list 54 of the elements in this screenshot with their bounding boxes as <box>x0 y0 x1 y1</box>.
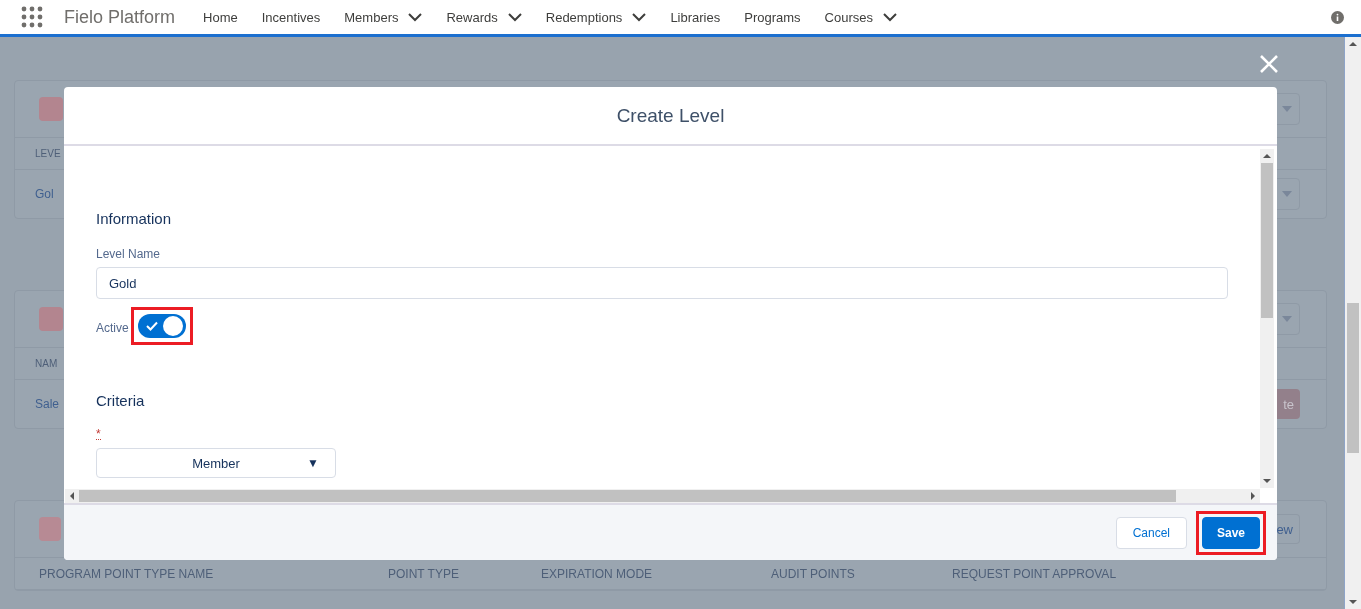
cancel-button[interactable]: Cancel <box>1115 516 1187 549</box>
check-icon <box>145 321 158 331</box>
active-toggle[interactable] <box>137 314 186 338</box>
section-title: Criteria <box>96 392 146 409</box>
app-name: Fielo Platform <box>64 6 176 28</box>
scroll-thumb[interactable] <box>1261 163 1273 318</box>
card-icon <box>39 97 63 121</box>
column-header: PROGRAM POINT TYPE NAME <box>39 566 215 581</box>
chevron-down-icon[interactable] <box>632 12 647 22</box>
column-header: AUDIT POINTS <box>771 566 856 581</box>
required-mark: * <box>96 429 101 440</box>
scroll-thumb[interactable] <box>79 490 1176 502</box>
scroll-down-arrow-icon[interactable] <box>1349 600 1357 604</box>
nav-tab[interactable]: Members <box>344 9 423 25</box>
scroll-left-arrow-icon[interactable] <box>70 492 74 500</box>
nav-tab[interactable]: Programs <box>744 9 801 25</box>
column-header: POINT TYPE <box>388 566 460 581</box>
column-header: LEVE <box>35 148 61 159</box>
nav-tab[interactable]: Home <box>203 9 238 25</box>
nav-tab[interactable]: Libraries <box>670 9 721 25</box>
scroll-up-arrow-icon[interactable] <box>1263 154 1271 158</box>
app-launcher-icon[interactable] <box>21 6 43 28</box>
caret-icon <box>1281 316 1292 322</box>
save-button[interactable]: Save <box>1202 516 1260 549</box>
table-cell: Gol <box>35 187 54 201</box>
card-icon <box>39 307 63 331</box>
chevron-down-icon[interactable] <box>507 12 522 22</box>
level-name-field[interactable]: Gold <box>96 267 1228 299</box>
caret-icon <box>1281 106 1292 112</box>
close-icon[interactable] <box>1260 55 1278 73</box>
scroll-up-arrow-icon[interactable] <box>1349 42 1357 46</box>
modal-title: Create Level <box>616 104 725 127</box>
column-header: REQUEST POINT APPROVAL <box>952 566 1117 581</box>
caret-icon <box>1281 191 1292 197</box>
column-header: EXPIRATION MODE <box>541 566 654 581</box>
nav-tab[interactable]: Redemptions <box>545 9 647 25</box>
table-cell: Sale <box>35 397 60 411</box>
scroll-down-arrow-icon[interactable] <box>1263 479 1271 483</box>
member-select[interactable]: Member ▼ <box>96 448 336 478</box>
nav-tab[interactable]: Courses <box>824 9 897 25</box>
section-title: Information <box>96 210 173 227</box>
page-scrollbar[interactable] <box>1344 37 1361 609</box>
vertical-scrollbar[interactable] <box>1260 149 1274 488</box>
nav-tab[interactable]: Incentives <box>261 9 321 25</box>
field-label: Active <box>96 321 129 335</box>
scroll-right-arrow-icon[interactable] <box>1251 492 1255 500</box>
info-icon[interactable] <box>1331 10 1344 24</box>
nav-tab[interactable]: Rewards <box>446 9 522 25</box>
scroll-thumb[interactable] <box>1347 303 1359 453</box>
horizontal-scrollbar[interactable] <box>65 489 1260 503</box>
field-label: Level Name <box>96 247 162 261</box>
chevron-down-icon[interactable] <box>408 12 423 22</box>
chevron-down-icon[interactable] <box>883 12 897 22</box>
column-header: NAM <box>35 358 58 369</box>
